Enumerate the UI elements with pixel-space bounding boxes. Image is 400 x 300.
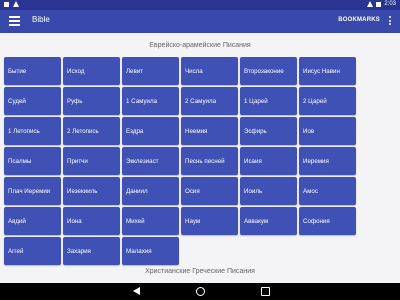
status-bar: 2:03 [0, 0, 400, 10]
book-tile[interactable]: Ездра [122, 117, 179, 145]
book-tile[interactable]: Бытие [4, 57, 61, 85]
book-tile[interactable]: Софония [299, 207, 356, 235]
book-tile[interactable]: 1 Царей [240, 87, 297, 115]
book-tile[interactable]: Аввакум [240, 207, 297, 235]
book-tile[interactable]: Экклезиаст [122, 147, 179, 175]
book-tile[interactable]: Иеремия [299, 147, 356, 175]
book-tile[interactable]: Второзаконие [240, 57, 297, 85]
book-tile[interactable]: Михей [122, 207, 179, 235]
more-options-icon[interactable] [388, 16, 392, 28]
book-tile[interactable]: Даниил [122, 177, 179, 205]
book-tile[interactable]: Наум [181, 207, 238, 235]
book-tile[interactable]: Иов [299, 117, 356, 145]
book-tile[interactable]: Иона [63, 207, 120, 235]
battery-icon [376, 1, 382, 7]
book-tile[interactable]: Исход [63, 57, 120, 85]
book-tile[interactable]: 2 Самуила [181, 87, 238, 115]
book-tile[interactable]: Песнь песней [181, 147, 238, 175]
book-tile[interactable]: Исаия [240, 147, 297, 175]
section-title-greek: Христианские Греческие Писания [145, 268, 255, 275]
bookmarks-button[interactable]: BOOKMARKS [338, 17, 380, 23]
book-tile[interactable]: Судей [4, 87, 61, 115]
book-tile[interactable]: Псалмы [4, 147, 61, 175]
book-tile[interactable]: 1 Летопись [4, 117, 61, 145]
book-tile[interactable]: 1 Самуила [122, 87, 179, 115]
book-tile[interactable]: Эсфирь [240, 117, 297, 145]
book-tile[interactable]: Руфь [63, 87, 120, 115]
book-grid: Бытие Исход Левит Числа Второзаконие Иисус На… [4, 57, 356, 265]
book-tile[interactable]: Амос [299, 177, 356, 205]
book-tile[interactable]: Захария [63, 237, 120, 265]
book-tile[interactable]: Иоиль [240, 177, 297, 205]
app-bar: Bible BOOKMARKS [0, 10, 400, 33]
back-icon[interactable] [133, 287, 140, 295]
book-tile[interactable]: 2 Царей [299, 87, 356, 115]
menu-icon[interactable] [9, 16, 20, 27]
book-tile[interactable]: Осия [181, 177, 238, 205]
book-tile[interactable]: Левит [122, 57, 179, 85]
download-icon [13, 1, 19, 7]
book-tile[interactable]: 2 Летопись [63, 117, 120, 145]
section-title-hebrew: Еврейско-арамейские Писания [149, 42, 251, 49]
notification-icon [4, 1, 9, 7]
wifi-icon [367, 1, 374, 7]
book-tile[interactable]: Притчи [63, 147, 120, 175]
book-tile[interactable]: Числа [181, 57, 238, 85]
status-time: 2:03 [384, 1, 396, 7]
book-tile[interactable]: Иисус Навин [299, 57, 356, 85]
book-tile[interactable]: Малахия [122, 237, 179, 265]
book-tile[interactable]: Плач Иеремии [4, 177, 61, 205]
book-tile[interactable]: Аггей [4, 237, 61, 265]
book-tile[interactable]: Неемия [181, 117, 238, 145]
app-title: Bible [32, 15, 50, 24]
book-tile[interactable]: Иезекииль [63, 177, 120, 205]
navigation-bar [0, 283, 400, 300]
book-tile[interactable]: Авдий [4, 207, 61, 235]
recents-icon[interactable] [261, 287, 270, 296]
home-icon[interactable] [196, 287, 205, 296]
